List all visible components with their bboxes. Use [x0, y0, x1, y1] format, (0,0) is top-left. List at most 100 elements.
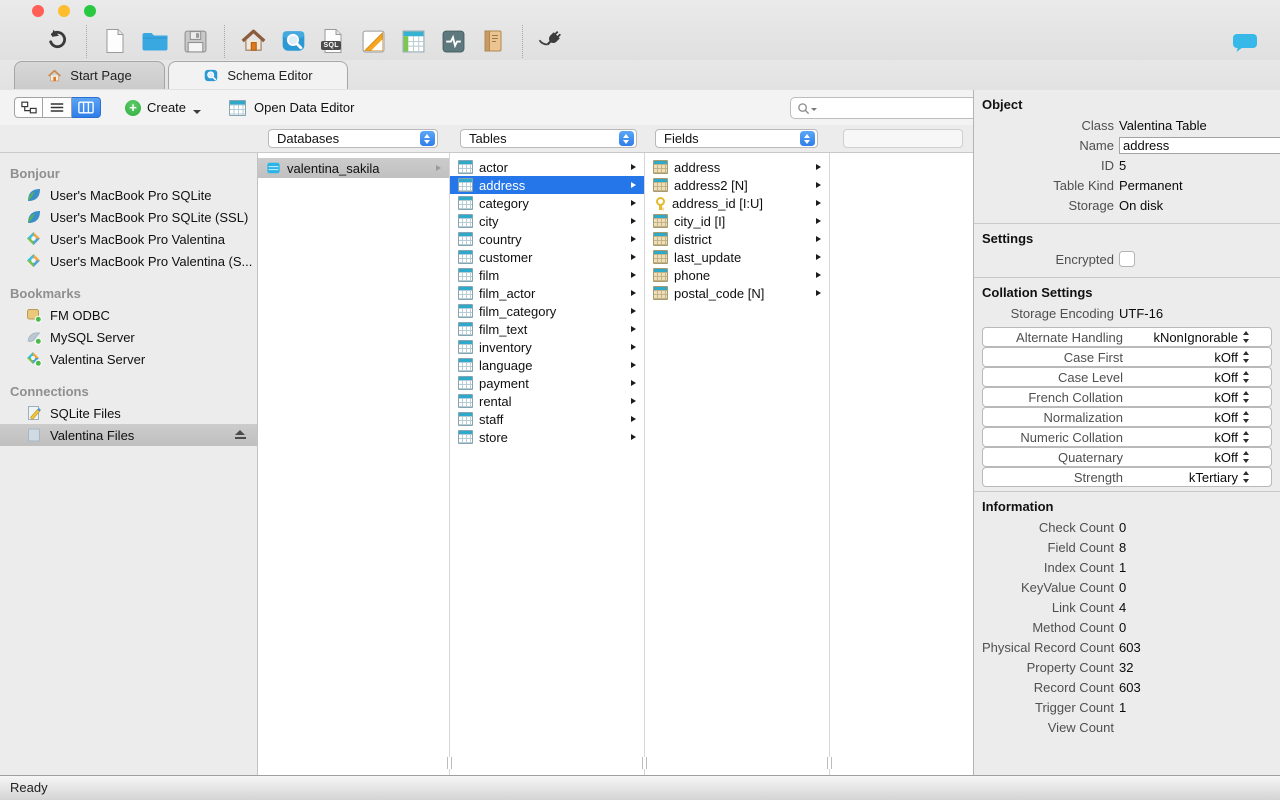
column-resize-handle[interactable]: [827, 757, 832, 769]
search-field[interactable]: [790, 97, 982, 119]
table-row[interactable]: customer: [450, 248, 644, 266]
sidebar-item-macbook-sqlite[interactable]: User's MacBook Pro SQLite: [0, 184, 257, 206]
table-row[interactable]: staff: [450, 410, 644, 428]
collation-value[interactable]: kOff: [1214, 450, 1251, 465]
zoom-window-button[interactable]: [84, 5, 96, 17]
encrypted-checkbox[interactable]: [1119, 251, 1135, 267]
field-row[interactable]: city_id [I]: [645, 212, 829, 230]
disclosure-arrow-icon[interactable]: [631, 326, 636, 332]
tree-view-button[interactable]: [14, 97, 43, 118]
sidebar-item-mysql-server[interactable]: MySQL Server: [0, 326, 257, 348]
disclosure-arrow-icon[interactable]: [816, 236, 821, 242]
disclosure-arrow-icon[interactable]: [631, 236, 636, 242]
dropdown-arrows-icon[interactable]: [1242, 411, 1251, 423]
schema-editor-button[interactable]: [278, 26, 308, 56]
connect-button[interactable]: [536, 26, 566, 56]
sidebar-item-fm-odbc[interactable]: FM ODBC: [0, 304, 257, 326]
new-document-button[interactable]: [100, 26, 130, 56]
search-options-caret-icon[interactable]: [811, 108, 817, 111]
databases-filter-dropdown[interactable]: Databases: [268, 129, 438, 148]
database-row[interactable]: valentina_sakila: [258, 158, 449, 178]
disclosure-arrow-icon[interactable]: [816, 164, 821, 170]
collation-value[interactable]: UTF-16: [1119, 306, 1163, 321]
table-row[interactable]: film_text: [450, 320, 644, 338]
dropdown-arrows-icon[interactable]: [1242, 331, 1251, 343]
disclosure-arrow-icon[interactable]: [631, 362, 636, 368]
table-row[interactable]: address: [450, 176, 644, 194]
collation-value[interactable]: kNonIgnorable: [1153, 330, 1251, 345]
table-row[interactable]: film_category: [450, 302, 644, 320]
field-row[interactable]: address: [645, 158, 829, 176]
field-row[interactable]: phone: [645, 266, 829, 284]
disclosure-arrow-icon[interactable]: [631, 308, 636, 314]
disclosure-arrow-icon[interactable]: [631, 164, 636, 170]
sql-editor-button[interactable]: SQL: [318, 26, 348, 56]
disclosure-arrow-icon[interactable]: [631, 416, 636, 422]
collation-value[interactable]: kOff: [1214, 350, 1251, 365]
collation-value[interactable]: kTertiary: [1189, 470, 1251, 485]
field-row[interactable]: last_update: [645, 248, 829, 266]
disclosure-arrow-icon[interactable]: [816, 290, 821, 296]
dropdown-arrows-icon[interactable]: [1242, 431, 1251, 443]
fields-filter-dropdown[interactable]: Fields: [655, 129, 818, 148]
disclosure-arrow-icon[interactable]: [631, 200, 636, 206]
collation-value[interactable]: kOff: [1214, 390, 1251, 405]
disclosure-arrow-icon[interactable]: [816, 218, 821, 224]
open-database-button[interactable]: [140, 26, 170, 56]
start-page-button[interactable]: [238, 26, 268, 56]
table-row[interactable]: rental: [450, 392, 644, 410]
save-button[interactable]: [180, 26, 210, 56]
open-data-editor-button[interactable]: Open Data Editor: [229, 99, 354, 116]
dropdown-arrows-icon[interactable]: [1242, 371, 1251, 383]
disclosure-arrow-icon[interactable]: [631, 380, 636, 386]
table-row[interactable]: inventory: [450, 338, 644, 356]
disclosure-arrow-icon[interactable]: [816, 200, 821, 206]
sidebar-item-valentina-files[interactable]: Valentina Files: [0, 424, 257, 446]
field-row[interactable]: district: [645, 230, 829, 248]
disclosure-arrow-icon[interactable]: [631, 218, 636, 224]
diagnostics-button[interactable]: [438, 26, 468, 56]
sidebar-item-valentina-server[interactable]: Valentina Server: [0, 348, 257, 370]
disclosure-arrow-icon[interactable]: [631, 344, 636, 350]
collation-value[interactable]: kOff: [1214, 370, 1251, 385]
dropdown-arrows-icon[interactable]: [1242, 471, 1251, 483]
name-input[interactable]: [1119, 136, 1280, 154]
disclosure-arrow-icon[interactable]: [631, 398, 636, 404]
field-row[interactable]: address_id [I:U]: [645, 194, 829, 212]
table-row[interactable]: actor: [450, 158, 644, 176]
eject-icon[interactable]: [235, 430, 246, 439]
sidebar-item-macbook-sqlite-ssl[interactable]: User's MacBook Pro SQLite (SSL): [0, 206, 257, 228]
table-row[interactable]: film_actor: [450, 284, 644, 302]
disclosure-arrow-icon[interactable]: [631, 254, 636, 260]
collation-value[interactable]: kOff: [1214, 430, 1251, 445]
table-row[interactable]: language: [450, 356, 644, 374]
column-view-button[interactable]: [72, 97, 101, 118]
log-button[interactable]: [478, 26, 508, 56]
dropdown-arrows-icon[interactable]: [1242, 351, 1251, 363]
dropdown-arrows-icon[interactable]: [1242, 391, 1251, 403]
collation-value[interactable]: kOff: [1214, 410, 1251, 425]
table-row[interactable]: category: [450, 194, 644, 212]
table-row[interactable]: payment: [450, 374, 644, 392]
tab-schema-editor[interactable]: Schema Editor: [168, 61, 348, 89]
create-button[interactable]: Create: [125, 99, 202, 116]
disclosure-arrow-icon[interactable]: [631, 272, 636, 278]
close-window-button[interactable]: [32, 5, 44, 17]
data-editor-button[interactable]: [398, 26, 428, 56]
table-row[interactable]: film: [450, 266, 644, 284]
minimize-window-button[interactable]: [58, 5, 70, 17]
column-resize-handle[interactable]: [447, 757, 452, 769]
dropdown-arrows-icon[interactable]: [1242, 451, 1251, 463]
disclosure-arrow-icon[interactable]: [631, 182, 636, 188]
disclosure-arrow-icon[interactable]: [436, 165, 441, 171]
tab-start-page[interactable]: Start Page: [14, 61, 165, 89]
sidebar-item-macbook-valentina-ssl[interactable]: User's MacBook Pro Valentina (S...: [0, 250, 257, 272]
diagram-editor-button[interactable]: [358, 26, 388, 56]
field-row[interactable]: address2 [N]: [645, 176, 829, 194]
disclosure-arrow-icon[interactable]: [816, 254, 821, 260]
table-row[interactable]: store: [450, 428, 644, 446]
search-input[interactable]: [818, 100, 977, 116]
column-resize-handle[interactable]: [642, 757, 647, 769]
list-view-button[interactable]: [43, 97, 72, 118]
sidebar-item-macbook-valentina[interactable]: User's MacBook Pro Valentina: [0, 228, 257, 250]
